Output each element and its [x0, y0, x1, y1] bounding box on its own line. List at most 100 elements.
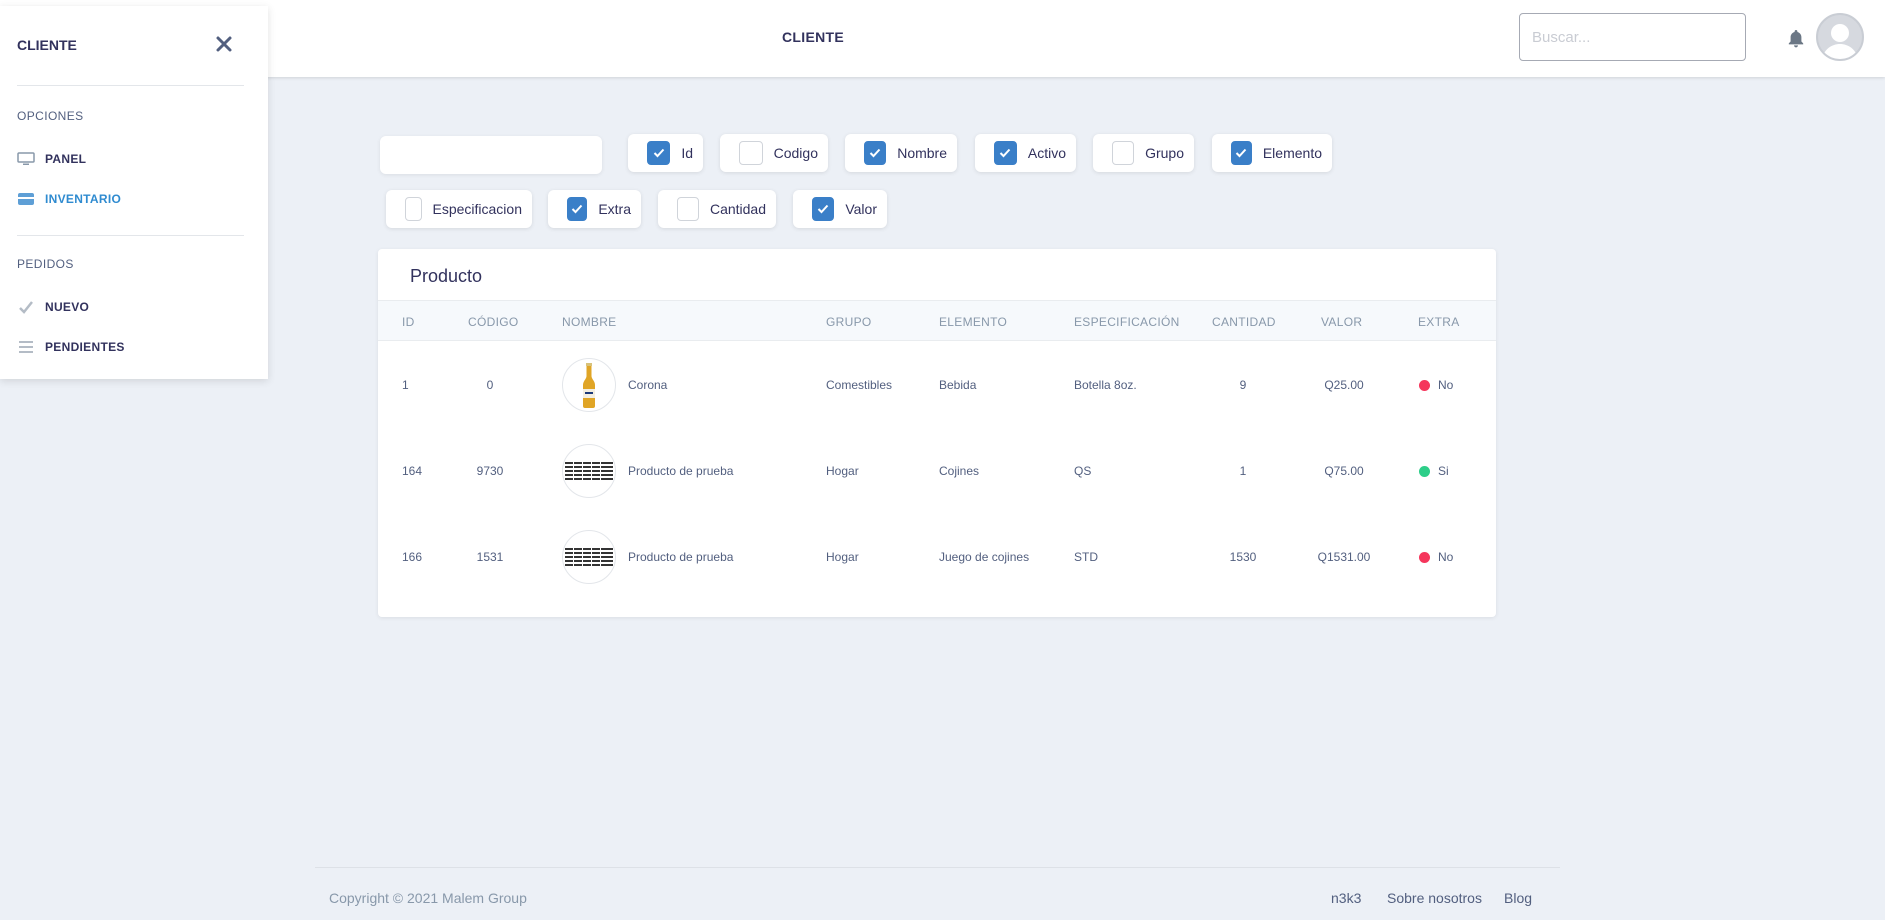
sidebar-item-panel[interactable]: PANEL — [17, 148, 86, 170]
toggle-label: Extra — [598, 201, 631, 217]
column-header-id[interactable]: ID — [402, 315, 415, 329]
monitor-icon — [17, 151, 35, 167]
barcode-image — [565, 461, 613, 481]
cell-grupo: Hogar — [826, 550, 859, 564]
cell-extra: No — [1438, 378, 1454, 392]
toggle-label: Cantidad — [709, 201, 766, 217]
cell-grupo: Hogar — [826, 464, 859, 478]
user-icon — [1822, 24, 1858, 59]
toggle-label: Activo — [1027, 145, 1066, 161]
product-table-card: Producto ID CÓDIGO NOMBRE GRUPO ELEMENTO… — [378, 249, 1496, 617]
table-row[interactable]: 166 1531 Producto de prueba Hogar Juego … — [378, 514, 1496, 600]
footer-link-sobre-nosotros[interactable]: Sobre nosotros — [1387, 890, 1482, 906]
product-image — [562, 530, 616, 584]
sidebar-item-label: PANEL — [45, 152, 87, 166]
table-header: ID CÓDIGO NOMBRE GRUPO ELEMENTO ESPECIFI… — [378, 300, 1496, 341]
cell-especificacion: QS — [1074, 464, 1092, 478]
cell-id: 164 — [402, 464, 423, 478]
cell-nombre: Corona — [628, 378, 668, 392]
checkbox[interactable] — [739, 141, 763, 165]
cell-especificacion: Botella 8oz. — [1074, 378, 1137, 392]
sidebar-item-pendientes[interactable]: PENDIENTES — [17, 336, 125, 358]
toggle-label: Especificacion — [432, 201, 523, 217]
cell-extra: Si — [1438, 464, 1449, 478]
column-header-valor[interactable]: VALOR — [1321, 315, 1362, 329]
column-header-elemento[interactable]: ELEMENTO — [939, 315, 1007, 329]
column-toggle-codigo[interactable]: Codigo — [720, 134, 828, 172]
column-toggle-activo[interactable]: Activo — [975, 134, 1076, 172]
column-header-nombre[interactable]: NOMBRE — [562, 315, 616, 329]
sidebar-item-nuevo[interactable]: NUEVO — [17, 296, 89, 318]
cell-id: 166 — [402, 550, 423, 564]
check-icon — [869, 148, 881, 158]
cell-elemento: Juego de cojines — [939, 550, 1030, 564]
checkbox[interactable] — [647, 141, 671, 165]
cell-valor: Q25.00 — [1324, 378, 1364, 392]
table-row[interactable]: 1 0 Corona Comestibles Bebida Botella 8o… — [378, 342, 1496, 428]
column-header-grupo[interactable]: GRUPO — [826, 315, 872, 329]
column-header-extra[interactable]: EXTRA — [1418, 315, 1460, 329]
cell-valor: Q75.00 — [1324, 464, 1364, 478]
column-toggle-nombre[interactable]: Nombre — [845, 134, 957, 172]
table-row[interactable]: 164 9730 Producto de prueba Hogar Cojine… — [378, 428, 1496, 514]
toggle-label: Valor — [845, 201, 877, 217]
divider — [17, 235, 244, 236]
cell-codigo: 1531 — [476, 550, 504, 564]
column-toggle-especificacion[interactable]: Especificacion — [386, 190, 532, 228]
footer-link-blog[interactable]: Blog — [1504, 890, 1532, 906]
column-toggle-extra[interactable]: Extra — [548, 190, 641, 228]
toggle-label: Grupo — [1145, 145, 1184, 161]
column-toggle-grupo[interactable]: Grupo — [1093, 134, 1194, 172]
bell-icon[interactable] — [1787, 29, 1805, 49]
close-icon[interactable] — [214, 34, 234, 54]
column-toggle-valor[interactable]: Valor — [793, 190, 887, 228]
checkbox[interactable] — [677, 197, 699, 221]
filter-search-input[interactable] — [380, 136, 602, 174]
navbar-title: CLIENTE — [782, 29, 844, 45]
check-icon — [817, 204, 829, 214]
cell-elemento: Cojines — [939, 464, 980, 478]
sidebar-item-label: PENDIENTES — [45, 340, 125, 354]
store-icon — [17, 191, 35, 207]
sidebar-item-label: NUEVO — [45, 300, 90, 314]
cell-nombre: Producto de prueba — [628, 550, 734, 564]
cell-valor: Q1531.00 — [1317, 550, 1371, 564]
checkbox[interactable] — [1112, 141, 1135, 165]
footer-copyright: Copyright © 2021 Malem Group — [329, 890, 527, 906]
sidebar-item-inventario[interactable]: INVENTARIO — [17, 188, 121, 210]
barcode-image — [565, 547, 613, 567]
status-dot-red — [1419, 552, 1430, 563]
column-header-especificacion[interactable]: ESPECIFICACIÓN — [1074, 315, 1180, 329]
check-icon — [17, 299, 35, 315]
list-icon — [17, 339, 35, 355]
cell-extra: No — [1438, 550, 1454, 564]
cell-cantidad: 1530 — [1229, 550, 1257, 564]
card-title: Producto — [410, 266, 483, 286]
footer-link-n3k3[interactable]: n3k3 — [1331, 890, 1361, 906]
status-dot-red — [1419, 380, 1430, 391]
search-input[interactable] — [1519, 13, 1746, 61]
checkbox[interactable] — [1231, 141, 1252, 165]
checkbox[interactable] — [812, 197, 835, 221]
column-header-cantidad[interactable]: CANTIDAD — [1212, 315, 1276, 329]
column-toggle-cantidad[interactable]: Cantidad — [658, 190, 776, 228]
footer-divider — [315, 867, 1560, 868]
sidebar-item-label: INVENTARIO — [45, 192, 122, 206]
checkbox[interactable] — [994, 141, 1017, 165]
check-icon — [653, 148, 664, 158]
column-toggle-elemento[interactable]: Elemento — [1212, 134, 1332, 172]
product-image — [562, 358, 616, 412]
column-toggle-id[interactable]: Id — [628, 134, 703, 172]
product-image — [562, 444, 616, 498]
column-header-codigo[interactable]: CÓDIGO — [468, 315, 518, 329]
bottle-image — [583, 363, 595, 408]
checkbox[interactable] — [567, 197, 588, 221]
avatar[interactable] — [1816, 13, 1864, 61]
status-dot-green — [1419, 466, 1430, 477]
cell-codigo: 9730 — [476, 464, 504, 478]
sidebar-heading-opciones: OPCIONES — [17, 109, 84, 123]
checkbox[interactable] — [405, 197, 422, 221]
cell-nombre: Producto de prueba — [628, 464, 734, 478]
toggle-label: Codigo — [773, 145, 818, 161]
checkbox[interactable] — [864, 141, 887, 165]
